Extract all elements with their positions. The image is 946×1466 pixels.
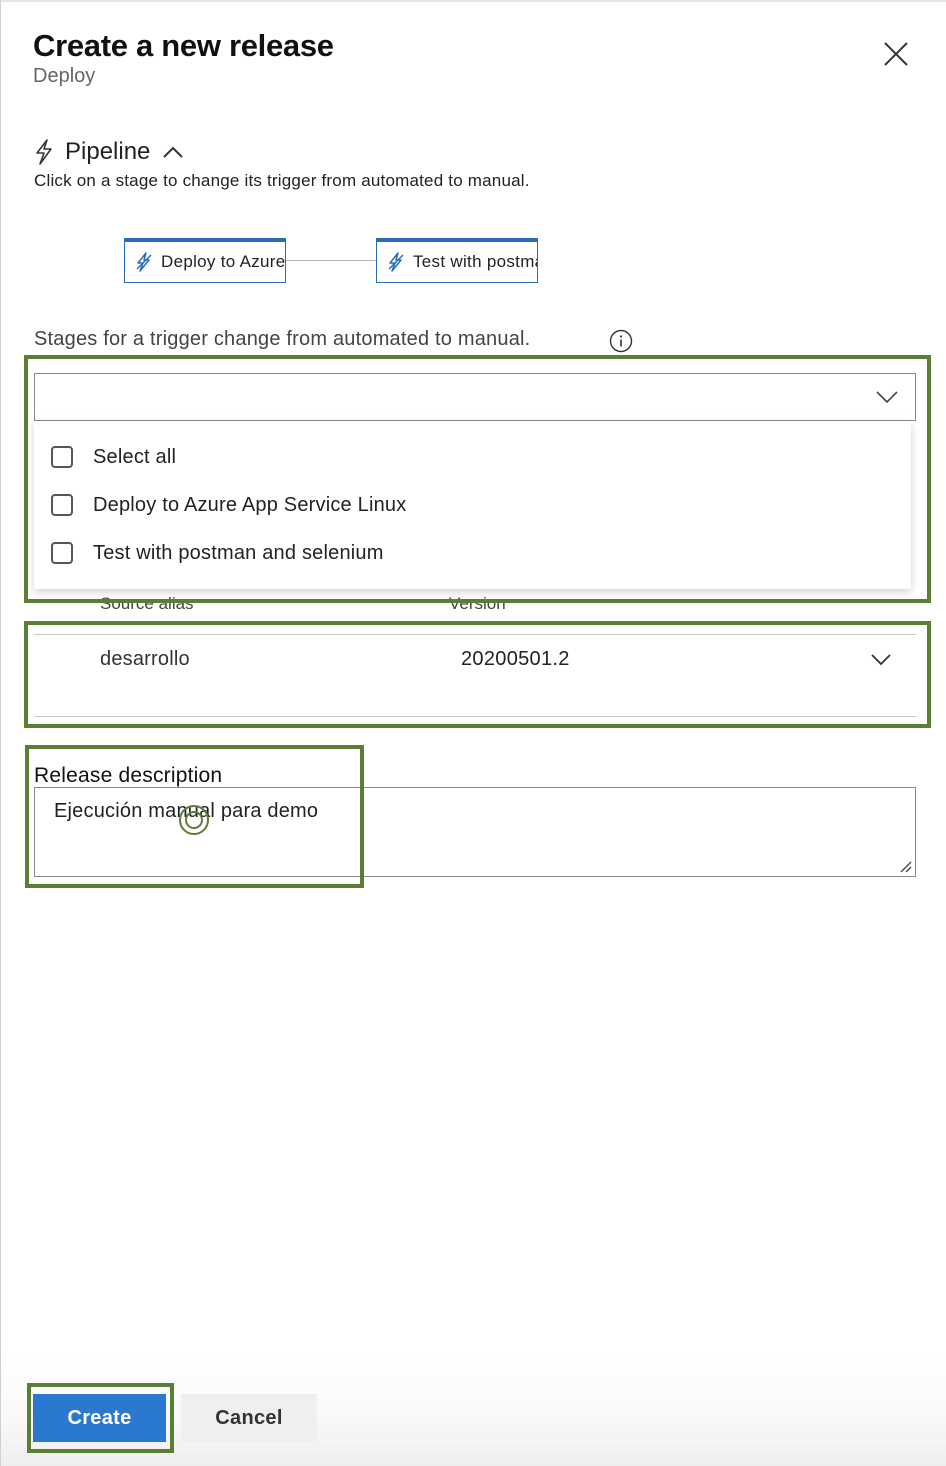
option-select-all[interactable]: Select all xyxy=(51,442,176,472)
artifact-row-divider-top xyxy=(34,634,916,635)
release-description-value: Ejecución manual para demo xyxy=(54,800,319,822)
info-icon[interactable] xyxy=(609,329,633,353)
lightning-icon xyxy=(136,252,152,272)
checkbox[interactable] xyxy=(51,542,73,564)
create-release-panel: Create a new release Deploy Pipeline Cli… xyxy=(0,0,946,1466)
release-description-textarea[interactable]: Ejecución manual para demo xyxy=(34,787,916,877)
close-icon xyxy=(884,42,908,66)
lightning-icon xyxy=(388,252,404,272)
top-divider xyxy=(1,0,946,2)
artifact-alias-value: desarrollo xyxy=(100,648,190,670)
resize-grip-icon[interactable] xyxy=(898,859,912,873)
artifact-row-divider-bottom xyxy=(34,716,916,717)
stage-label: Test with postman and selenium xyxy=(413,252,537,271)
option-label: Deploy to Azure App Service Linux xyxy=(93,493,407,516)
chevron-down-icon[interactable] xyxy=(869,652,893,668)
stages-trigger-select[interactable] xyxy=(34,373,916,421)
stage-label: Deploy to Azure App Service Linux xyxy=(161,252,286,271)
highlight-artifact-row xyxy=(24,621,931,728)
option-deploy-azure[interactable]: Deploy to Azure App Service Linux xyxy=(51,490,406,520)
lightning-icon xyxy=(36,139,52,165)
chevron-up-icon[interactable] xyxy=(162,145,184,159)
option-test-postman[interactable]: Test with postman and selenium xyxy=(51,538,384,568)
artifact-alias-header: Source alias xyxy=(100,594,194,613)
close-button[interactable] xyxy=(875,34,917,76)
checkbox[interactable] xyxy=(51,494,73,516)
option-label: Test with postman and selenium xyxy=(93,541,384,564)
checkbox[interactable] xyxy=(51,446,73,468)
release-description-label: Release description xyxy=(34,764,223,787)
chevron-down-icon xyxy=(876,391,898,404)
panel-subtitle: Deploy xyxy=(33,65,96,87)
pipeline-description: Click on a stage to change its trigger f… xyxy=(34,171,530,190)
artifact-version-header: Version xyxy=(449,594,506,613)
pipeline-section-header[interactable]: Pipeline xyxy=(33,136,184,168)
cancel-button[interactable]: Cancel xyxy=(181,1394,317,1442)
panel-title: Create a new release xyxy=(33,28,334,63)
artifact-version-value: 20200501.2 xyxy=(461,648,570,670)
option-label: Select all xyxy=(93,445,177,468)
stages-dropdown-list: Select all Deploy to Azure App Service L… xyxy=(34,421,911,589)
trigger-field-label: Stages for a trigger change from automat… xyxy=(34,328,531,350)
pipeline-title: Pipeline xyxy=(65,138,151,165)
create-button[interactable]: Create xyxy=(33,1394,166,1442)
stage-test-postman[interactable]: Test with postman and selenium xyxy=(376,238,538,283)
stage-connector xyxy=(286,260,376,261)
stage-deploy-azure[interactable]: Deploy to Azure App Service Linux xyxy=(124,238,286,283)
